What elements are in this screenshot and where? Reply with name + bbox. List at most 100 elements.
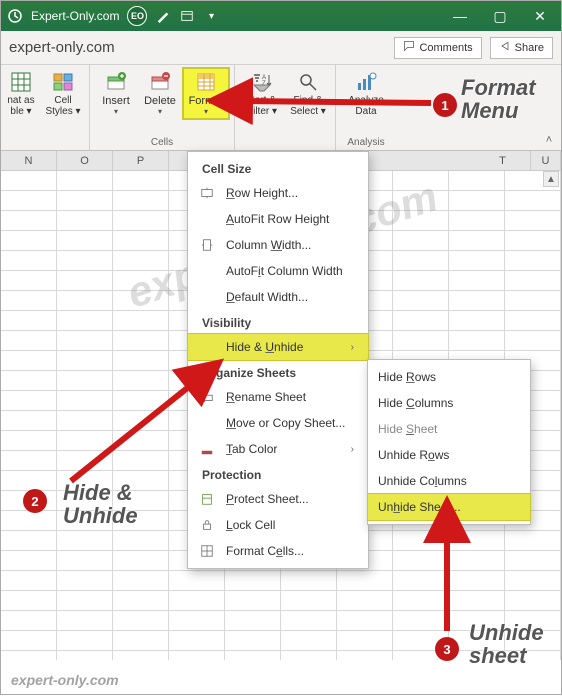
menu-hide-rows[interactable]: Hide Rows (368, 364, 530, 390)
menu-label: Hide Rows (378, 370, 436, 384)
menu-hide-columns[interactable]: Hide Columns (368, 390, 530, 416)
delete-button[interactable]: Delete ▾ (140, 69, 180, 118)
menu-tab-color[interactable]: Tab Color › (188, 436, 368, 462)
menu-label: Rename Sheet (226, 390, 306, 404)
menu-label: Hide Columns (378, 396, 453, 410)
menu-section-cell-size: Cell Size (188, 156, 368, 180)
find-icon (297, 71, 319, 93)
col-header[interactable]: O (57, 151, 113, 170)
menu-unhide-sheet[interactable]: Unhide Sheet... (368, 494, 530, 520)
menu-section-protection: Protection (188, 462, 368, 486)
rename-icon (198, 388, 216, 406)
menu-column-width[interactable]: Column Width... (188, 232, 368, 258)
menu-label: Hide Sheet (378, 422, 437, 436)
share-label: Share (515, 42, 544, 54)
col-header[interactable]: U (531, 151, 561, 170)
format-button[interactable]: Format ▾ (184, 69, 228, 118)
annotation-format-menu: FormatMenu (461, 76, 536, 122)
close-button[interactable]: ✕ (525, 8, 555, 25)
format-menu: Cell Size Row Height... AutoFit Row Heig… (187, 151, 369, 569)
analyze-icon (355, 71, 377, 93)
menu-hide-sheet[interactable]: Hide Sheet (368, 416, 530, 442)
chevron-down-icon: ▾ (204, 107, 208, 116)
minimize-button[interactable]: — (445, 8, 475, 24)
menu-lock-cell[interactable]: Lock Cell (188, 512, 368, 538)
col-header[interactable]: P (113, 151, 169, 170)
cell-styles-button[interactable]: Cell Styles ▾ (43, 69, 83, 119)
sort-filter-button[interactable]: AZ Sort & Filter ▾ (241, 69, 283, 119)
comments-label: Comments (419, 42, 472, 54)
lock-icon (198, 516, 216, 534)
menu-label: Protect Sheet... (226, 492, 309, 506)
find-select-button[interactable]: Find & Select ▾ (287, 69, 329, 119)
col-width-icon (198, 236, 216, 254)
tab-color-icon (198, 440, 216, 458)
titlebar: Expert-Only.com EO ▾ — ▢ ✕ (1, 1, 561, 31)
format-icon (195, 71, 217, 93)
menu-label: AutoFit Column Width (226, 264, 343, 278)
share-icon (499, 40, 511, 55)
cell-styles-icon (52, 71, 74, 93)
row-height-icon (198, 184, 216, 202)
menu-label: AutoFit Row Height (226, 212, 329, 226)
insert-icon (105, 71, 127, 93)
col-header[interactable]: T (475, 151, 531, 170)
ribbon-group-analysis: Analysis (342, 135, 390, 148)
menu-autofit-column[interactable]: AutoFit Column Width (188, 258, 368, 284)
menu-label: Format Cells... (226, 544, 304, 558)
quick-access-row: expert-only.com Comments Share (1, 31, 561, 65)
menu-label: Move or Copy Sheet... (226, 416, 345, 430)
comment-icon (403, 40, 415, 55)
footer-watermark: expert-only.com (11, 672, 119, 688)
menu-autofit-row[interactable]: AutoFit Row Height (188, 206, 368, 232)
comments-button[interactable]: Comments (394, 37, 481, 59)
annotation-hide-unhide: Hide &Unhide (63, 481, 138, 527)
menu-rename-sheet[interactable]: Rename Sheet (188, 384, 368, 410)
format-label: Format (189, 95, 224, 107)
menu-label: Unhide Columns (378, 474, 467, 488)
sort-filter-compound-icon: AZ (251, 71, 273, 93)
maximize-button[interactable]: ▢ (485, 8, 515, 25)
draw-icon[interactable] (155, 8, 171, 24)
menu-section-organize: Organize Sheets (188, 360, 368, 384)
ribbon-group-cells: Cells (96, 135, 228, 148)
annotation-badge-2: 2 (23, 489, 47, 513)
menu-label: Lock Cell (226, 518, 275, 532)
menu-section-visibility: Visibility (188, 310, 368, 334)
format-cells-icon (198, 542, 216, 560)
sort-filter-label: Sort & Filter ▾ (247, 95, 277, 117)
delete-label: Delete (144, 95, 176, 107)
menu-row-height[interactable]: Row Height... (188, 180, 368, 206)
insert-label: Insert (102, 95, 130, 107)
menu-label: Hide & Unhide (226, 340, 303, 354)
menu-default-width[interactable]: Default Width... (188, 284, 368, 310)
menu-unhide-rows[interactable]: Unhide Rows (368, 442, 530, 468)
menu-protect-sheet[interactable]: Protect Sheet... (188, 486, 368, 512)
table-icon (10, 71, 32, 93)
insert-button[interactable]: Insert ▾ (96, 69, 136, 118)
submenu-arrow-icon: › (351, 342, 354, 353)
format-as-table-button[interactable]: nat as ble ▾ (3, 69, 39, 119)
menu-label: Default Width... (226, 290, 308, 304)
ribbon-mode-icon[interactable] (179, 8, 195, 24)
share-button[interactable]: Share (490, 37, 553, 59)
autosave-icon (7, 8, 23, 24)
analyze-data-button[interactable]: Analyze Data (342, 69, 390, 119)
hide-unhide-submenu: Hide Rows Hide Columns Hide Sheet Unhide… (367, 359, 531, 525)
annotation-badge-3: 3 (435, 637, 459, 661)
delete-icon (149, 71, 171, 93)
overflow-icon[interactable]: ▾ (203, 8, 219, 24)
annotation-badge-1: 1 (433, 93, 457, 117)
user-badge[interactable]: EO (127, 6, 147, 26)
menu-hide-unhide[interactable]: Hide & Unhide › (188, 334, 368, 360)
menu-label: Column Width... (226, 238, 311, 252)
menu-unhide-columns[interactable]: Unhide Columns (368, 468, 530, 494)
qa-title: expert-only.com (9, 39, 115, 56)
chevron-down-icon: ▾ (158, 107, 162, 116)
menu-label: Unhide Rows (378, 448, 449, 462)
scroll-up-button[interactable]: ▲ (543, 171, 559, 187)
menu-format-cells[interactable]: Format Cells... (188, 538, 368, 564)
ribbon-collapse-button[interactable]: ˄ (541, 132, 557, 148)
menu-move-copy[interactable]: Move or Copy Sheet... (188, 410, 368, 436)
col-header[interactable]: N (1, 151, 57, 170)
